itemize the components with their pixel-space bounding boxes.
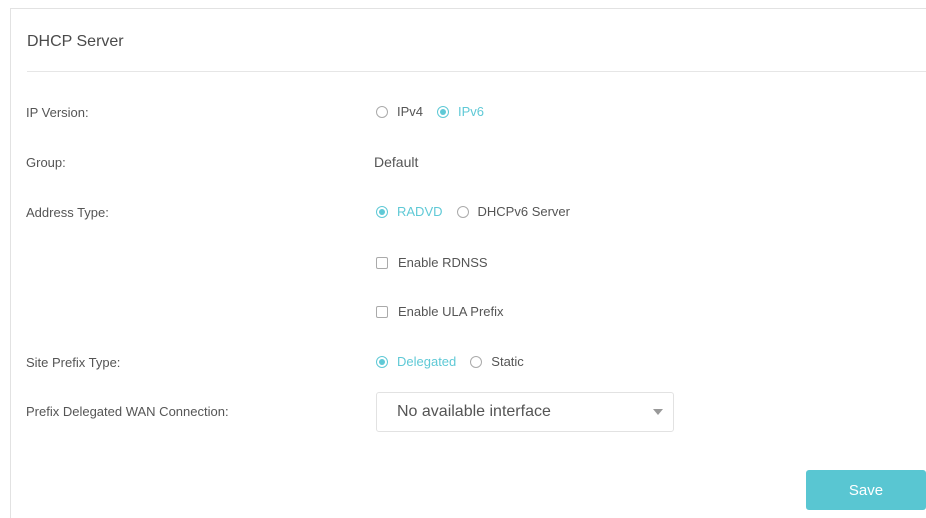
ip-version-label: IP Version:	[26, 105, 89, 120]
enable-rdnss-box[interactable]	[376, 256, 388, 269]
panel-title: DHCP Server	[27, 33, 124, 50]
radio-dhcpv6-server-label[interactable]: DHCPv6 Server	[478, 204, 570, 219]
enable-rdnss-checkbox[interactable]: Enable RDNSS	[376, 255, 488, 270]
address-type-label: Address Type:	[26, 205, 109, 220]
prefix-wan-label: Prefix Delegated WAN Connection:	[26, 404, 229, 419]
radio-delegated[interactable]: Delegated	[376, 354, 456, 369]
save-button[interactable]: Save	[806, 470, 926, 510]
radio-dhcpv6-server-circle[interactable]	[456, 205, 469, 218]
site-prefix-type-label: Site Prefix Type:	[26, 355, 121, 370]
radio-radvd-circle[interactable]	[376, 205, 388, 218]
prefix-wan-select[interactable]: No available interface	[376, 392, 674, 432]
radio-delegated-circle[interactable]	[376, 355, 388, 368]
radio-ipv6-label[interactable]: IPv6	[458, 104, 484, 119]
enable-rdnss-label[interactable]: Enable RDNSS	[398, 255, 488, 270]
prefix-wan-selected-value[interactable]: No available interface	[397, 403, 551, 421]
radio-ipv4[interactable]: IPv4	[376, 104, 423, 119]
radio-ipv4-circle[interactable]	[376, 105, 388, 118]
radio-static-label[interactable]: Static	[491, 354, 524, 369]
radio-delegated-label[interactable]: Delegated	[397, 354, 456, 369]
radio-ipv6[interactable]: IPv6	[437, 104, 484, 119]
radio-ipv6-circle[interactable]	[437, 105, 450, 118]
address-type-options: RADVD DHCPv6 Server	[376, 204, 570, 219]
group-label: Group:	[26, 155, 66, 170]
radio-radvd[interactable]: RADVD	[376, 204, 443, 219]
group-value: Default	[374, 154, 419, 170]
site-prefix-type-options: Delegated Static	[376, 354, 524, 369]
ip-version-options: IPv4 IPv6	[376, 104, 484, 119]
enable-ula-prefix-label[interactable]: Enable ULA Prefix	[398, 304, 504, 319]
title-divider	[27, 71, 926, 72]
radio-dhcpv6-server[interactable]: DHCPv6 Server	[456, 204, 570, 219]
enable-ula-prefix-box[interactable]	[376, 305, 388, 318]
radio-radvd-label[interactable]: RADVD	[397, 204, 443, 219]
enable-ula-prefix-checkbox[interactable]: Enable ULA Prefix	[376, 304, 504, 319]
radio-static-circle[interactable]	[470, 355, 483, 368]
radio-static[interactable]: Static	[470, 354, 524, 369]
chevron-down-icon[interactable]	[653, 409, 663, 415]
radio-ipv4-label[interactable]: IPv4	[397, 104, 423, 119]
